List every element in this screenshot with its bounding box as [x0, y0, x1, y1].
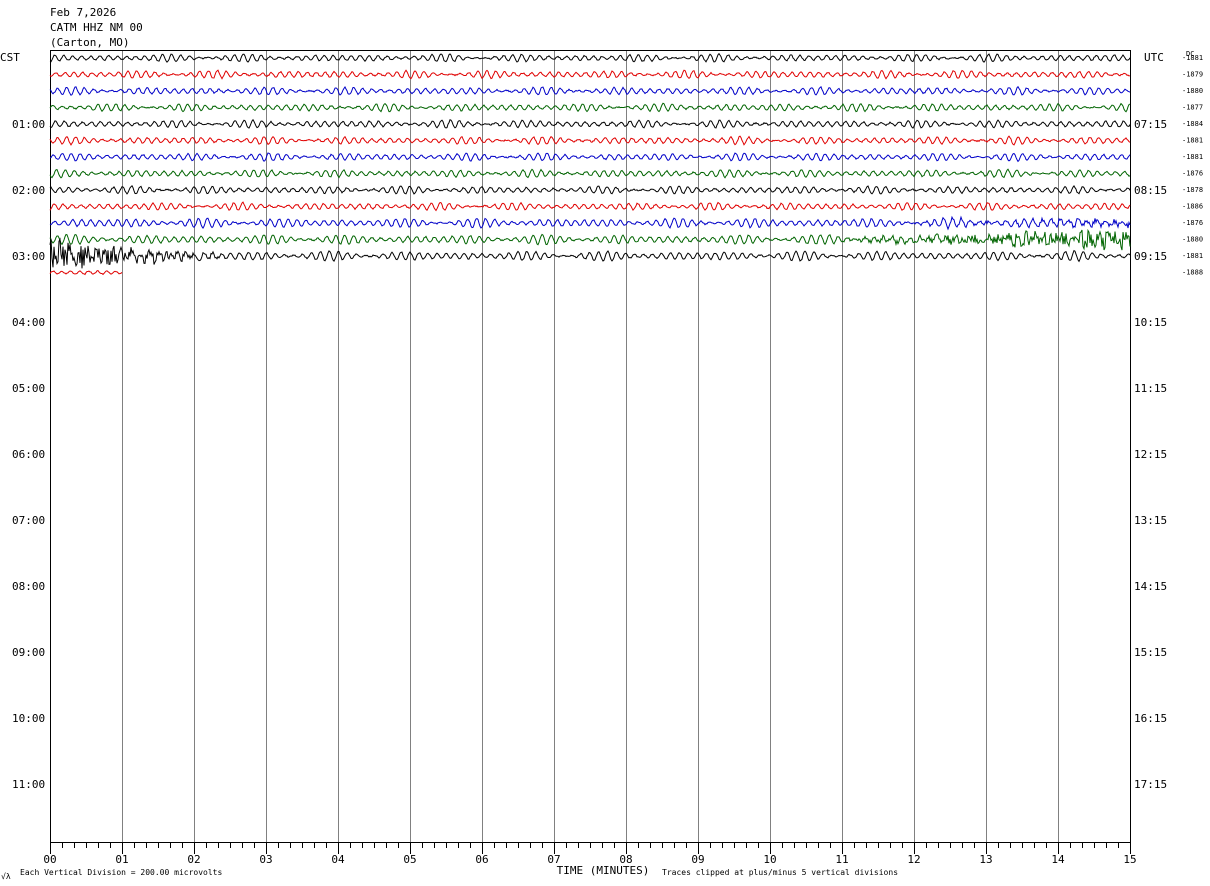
dc-offset-label: -1884 [1182, 120, 1203, 128]
right-hour-label: 07:15 [1134, 118, 1167, 131]
x-tick-label: 00 [43, 853, 56, 866]
left-hour-label: 09:00 [12, 646, 45, 659]
x-tick-label: 01 [115, 853, 128, 866]
left-hour-label: 01:00 [12, 118, 45, 131]
left-hour-label: 02:00 [12, 184, 45, 197]
dc-offset-label: -1876 [1182, 170, 1203, 178]
seismic-trace [49, 52, 1131, 63]
time-grid [122, 50, 1059, 842]
corner-mark: √λ [1, 872, 11, 881]
vertical-division-note: Each Vertical Division = 200.00 microvol… [20, 868, 222, 877]
right-hour-label: 10:15 [1134, 316, 1167, 329]
x-tick-label: 11 [835, 853, 848, 866]
left-hour-label: 05:00 [12, 382, 45, 395]
seismic-trace [49, 69, 1131, 80]
right-hour-label: 08:15 [1134, 184, 1167, 197]
left-hour-label: 03:00 [12, 250, 45, 263]
left-hour-label: 08:00 [12, 580, 45, 593]
x-tick-label: 10 [763, 853, 776, 866]
x-axis-title: TIME (MINUTES) [557, 864, 650, 877]
left-hour-label: 04:00 [12, 316, 45, 329]
seismic-trace [50, 152, 1131, 163]
x-tick-label: 14 [1051, 853, 1065, 866]
x-tick-label: 09 [691, 853, 704, 866]
dc-offset-label: -1881 [1182, 153, 1203, 161]
seismic-trace [49, 118, 1131, 129]
right-zone-label: UTC [1144, 51, 1164, 64]
x-tick-label: 06 [475, 853, 488, 866]
dc-offset-label: -1881 [1182, 137, 1203, 145]
hour-labels: 01:00 07:15 02:00 08:15 03:00 09:15 04:00 10:15… [12, 118, 1167, 791]
x-tick-label: 04 [331, 853, 345, 866]
location-label: (Carton, MO) [50, 36, 129, 49]
left-zone-label: CST [0, 51, 20, 64]
seismic-trace [49, 237, 1131, 269]
seismic-traces [49, 52, 1131, 276]
dc-offset-label: -1881 [1182, 54, 1203, 62]
seismic-trace [49, 168, 1131, 179]
dc-offset-labels: -1881 -1879 -1880 -1877 -1884 -1881 -1881 -1876… [1182, 54, 1203, 277]
seismic-trace [49, 270, 123, 276]
x-tick-label: 02 [187, 853, 200, 866]
plot-frame [50, 50, 1131, 843]
seismic-trace [49, 215, 1131, 231]
right-hour-label: 11:15 [1134, 382, 1167, 395]
left-hour-label: 10:00 [12, 712, 45, 725]
dc-offset-label: -1878 [1182, 186, 1203, 194]
dc-offset-label: -1876 [1182, 219, 1203, 227]
seismic-trace [49, 184, 1131, 195]
date-label: Feb 7,2026 [50, 6, 116, 19]
seismic-trace [49, 102, 1131, 113]
left-hour-label: 07:00 [12, 514, 45, 527]
dc-offset-label: -1880 [1182, 236, 1203, 244]
helicorder-chart: Feb 7,2026 CATM HHZ NM 00 (Carton, MO) C… [0, 6, 1203, 881]
right-hour-label: 13:15 [1134, 514, 1167, 527]
seismic-trace [49, 85, 1131, 96]
clipping-note: Traces clipped at plus/minus 5 vertical … [662, 868, 898, 877]
seismic-trace [49, 135, 1131, 146]
seismic-trace [49, 201, 1131, 212]
dc-offset-label: -1879 [1182, 71, 1203, 79]
dc-offset-label: -1880 [1182, 87, 1203, 95]
x-tick-label: 12 [907, 853, 920, 866]
minute-ticks [50, 842, 1131, 854]
dc-offset-label: -1888 [1182, 269, 1203, 277]
right-hour-label: 12:15 [1134, 448, 1167, 461]
right-hour-label: 16:15 [1134, 712, 1167, 725]
dc-offset-label: -1886 [1182, 203, 1203, 211]
right-hour-label: 14:15 [1134, 580, 1167, 593]
left-hour-label: 06:00 [12, 448, 45, 461]
x-tick-label: 03 [259, 853, 272, 866]
right-hour-label: 15:15 [1134, 646, 1167, 659]
right-hour-label: 09:15 [1134, 250, 1167, 263]
right-hour-label: 17:15 [1134, 778, 1167, 791]
x-tick-label: 13 [979, 853, 992, 866]
dc-offset-label: -1881 [1182, 252, 1203, 260]
x-tick-label: 05 [403, 853, 416, 866]
left-hour-label: 11:00 [12, 778, 45, 791]
station-label: CATM HHZ NM 00 [50, 21, 143, 34]
seismic-trace [49, 228, 1131, 251]
dc-offset-label: -1877 [1182, 104, 1203, 112]
x-tick-label: 15 [1123, 853, 1136, 866]
